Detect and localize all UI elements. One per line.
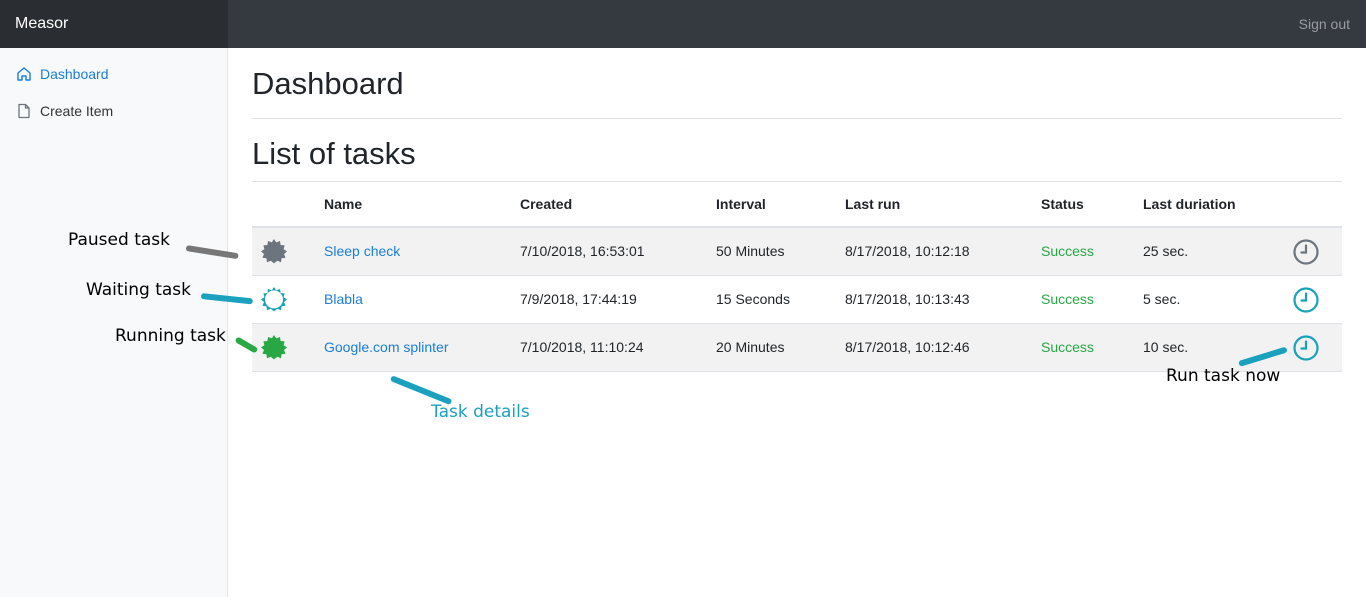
table-row: Blabla 7/9/2018, 17:44:19 15 Seconds 8/1… bbox=[252, 276, 1342, 324]
sidebar-item-dashboard[interactable]: Dashboard bbox=[16, 62, 109, 86]
annotation-task-details: Task details bbox=[431, 402, 530, 422]
task-last-run: 8/17/2018, 10:13:43 bbox=[845, 291, 970, 307]
paused-gear-icon bbox=[261, 239, 287, 264]
brand-logo[interactable]: Measor bbox=[0, 0, 228, 48]
annotation-waiting-task: Waiting task bbox=[86, 280, 192, 300]
task-interval: 50 Minutes bbox=[716, 243, 785, 259]
column-header-status[interactable]: Status bbox=[1041, 196, 1084, 212]
home-icon bbox=[17, 67, 31, 81]
section-title: List of tasks bbox=[252, 136, 416, 171]
sidebar-item-create-item[interactable]: Create Item bbox=[16, 99, 113, 123]
task-last-run: 8/17/2018, 10:12:46 bbox=[845, 339, 970, 355]
status-badge: Success bbox=[1041, 339, 1094, 355]
column-header-last-run[interactable]: Last run bbox=[845, 196, 900, 212]
task-interval: 20 Minutes bbox=[716, 339, 785, 355]
annotation-running-task: Running task bbox=[115, 326, 226, 346]
task-duration: 10 sec. bbox=[1143, 339, 1189, 355]
annotation-paused-task: Paused task bbox=[68, 230, 170, 250]
task-name-link[interactable]: Google.com splinter bbox=[324, 339, 449, 355]
column-header-name[interactable]: Name bbox=[324, 196, 362, 212]
clock-icon[interactable] bbox=[1292, 334, 1320, 362]
clock-icon[interactable] bbox=[1292, 286, 1320, 314]
sidebar-item-label: Create Item bbox=[40, 103, 114, 119]
signout-link[interactable]: Sign out bbox=[1299, 0, 1350, 48]
task-created: 7/9/2018, 17:44:19 bbox=[520, 291, 637, 307]
divider bbox=[252, 118, 1342, 119]
task-name-link[interactable]: Sleep check bbox=[324, 243, 400, 259]
clock-icon[interactable] bbox=[1292, 238, 1320, 266]
running-gear-icon bbox=[261, 335, 287, 360]
annotation-run-task-now: Run task now bbox=[1166, 366, 1281, 386]
sidebar-item-label: Dashboard bbox=[40, 66, 109, 82]
column-header-created[interactable]: Created bbox=[520, 196, 572, 212]
column-header-last-duration[interactable]: Last duriation bbox=[1143, 196, 1236, 212]
table-row: Google.com splinter 7/10/2018, 11:10:24 … bbox=[252, 324, 1342, 372]
status-badge: Success bbox=[1041, 243, 1094, 259]
column-header-interval[interactable]: Interval bbox=[716, 196, 766, 212]
task-created: 7/10/2018, 16:53:01 bbox=[520, 243, 645, 259]
task-created: 7/10/2018, 11:10:24 bbox=[520, 339, 644, 355]
page-title: Dashboard bbox=[252, 66, 404, 101]
sidebar: Dashboard Create Item bbox=[0, 48, 228, 597]
task-last-run: 8/17/2018, 10:12:18 bbox=[845, 243, 970, 259]
task-duration: 25 sec. bbox=[1143, 243, 1189, 259]
tasks-table: Name Created Interval Last run Status La… bbox=[252, 181, 1342, 372]
top-navbar: Measor Sign out bbox=[0, 0, 1366, 48]
file-icon bbox=[18, 103, 30, 119]
task-interval: 15 Seconds bbox=[716, 291, 790, 307]
annotation-arrow-details bbox=[389, 375, 453, 406]
table-row: Sleep check 7/10/2018, 16:53:01 50 Minut… bbox=[252, 228, 1342, 276]
task-name-link[interactable]: Blabla bbox=[324, 291, 363, 307]
table-header: Name Created Interval Last run Status La… bbox=[252, 182, 1342, 228]
waiting-gear-icon bbox=[261, 287, 287, 312]
status-badge: Success bbox=[1041, 291, 1094, 307]
task-duration: 5 sec. bbox=[1143, 291, 1181, 307]
